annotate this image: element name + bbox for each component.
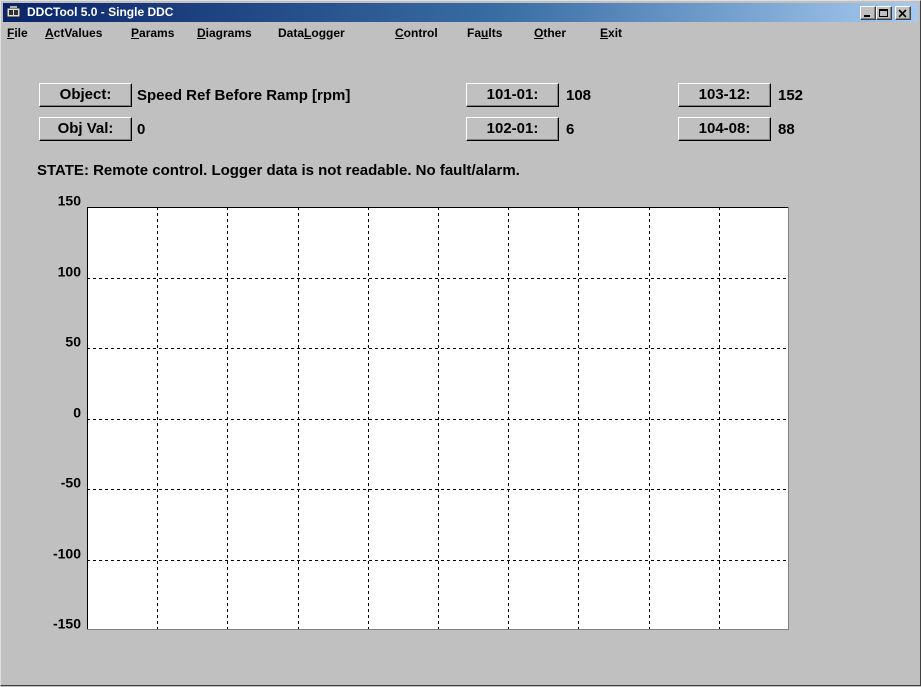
y-tick-label: 100 (58, 264, 82, 280)
chart-plot-area: 150 100 50 0 -50 -100 -150 (53, 193, 789, 632)
y-tick-label: -50 (61, 475, 81, 491)
y-tick-label: 150 (58, 193, 82, 209)
y-tick-label: 50 (65, 334, 81, 350)
y-tick-label: -150 (53, 616, 81, 632)
logger-chart: 150 100 50 0 -50 -100 -150 (53, 193, 789, 632)
y-tick-label: -100 (53, 546, 81, 562)
y-tick-label: 0 (73, 405, 81, 421)
app-window: DDCTool 5.0 - Single DDC File ActValues … (0, 0, 921, 686)
